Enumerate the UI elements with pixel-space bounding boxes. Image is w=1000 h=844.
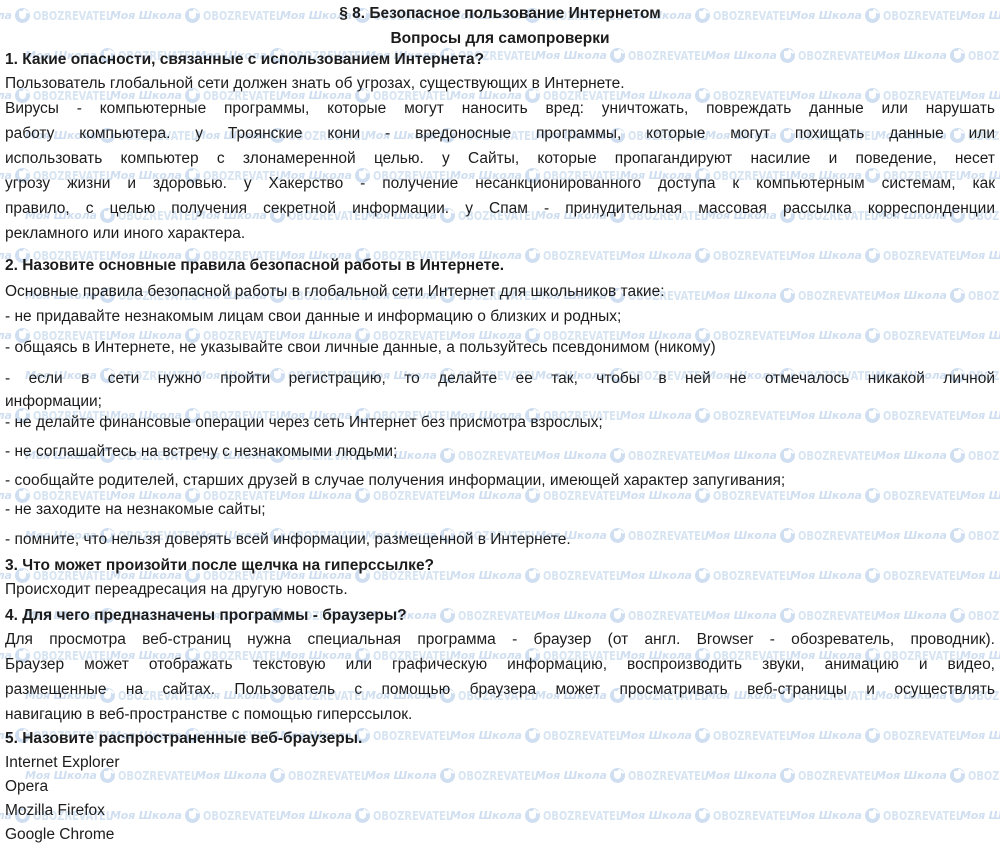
body-line: - не придавайте незнакомым лицам свои да… <box>5 308 622 325</box>
body-line: - если в сети нужно пройти регистрацию, … <box>5 370 995 387</box>
body-line: Вирусы - компьютерные программы, которые… <box>5 100 995 117</box>
body-line: Google Chrome <box>5 826 115 843</box>
body-line: Для просмотра веб-страниц нужна специаль… <box>5 631 995 648</box>
question-heading: 5. Назовите распространенные веб-браузер… <box>5 730 363 747</box>
body-line: - помните, что нельзя доверять всей инфо… <box>5 531 571 548</box>
body-line: информации; <box>5 393 102 410</box>
body-line: рекламного или иного характера. <box>5 225 246 242</box>
question-heading: 4. Для чего предназначены программы - бр… <box>5 607 407 624</box>
body-line: Браузер может отображать текстовую или г… <box>5 656 995 673</box>
page-subtitle: Вопросы для самопроверки <box>390 30 610 47</box>
body-line: Основные правила безопасной работы в гло… <box>5 283 665 300</box>
body-line: правило, с целью получения секретной инф… <box>5 200 995 217</box>
body-line: Mozilla Firefox <box>5 802 105 819</box>
body-line: Internet Explorer <box>5 754 120 771</box>
body-line: угрозу жизни и здоровью. у Хакерство - п… <box>5 175 995 192</box>
body-line: работу компьютера. у Троянские кони - вр… <box>5 125 995 142</box>
body-line: Пользователь глобальной сети должен знат… <box>5 75 625 92</box>
question-heading: 2. Назовите основные правила безопасной … <box>5 257 505 274</box>
body-line: размещенные на сайтах. Пользователь с по… <box>5 681 995 698</box>
body-line: Opera <box>5 778 49 795</box>
body-line: - не делайте финансовые операции через с… <box>5 414 603 431</box>
page-title: § 8. Безопасное пользование Интернетом <box>339 5 661 22</box>
question-heading: 3. Что может произойти после щелчка на г… <box>5 557 435 574</box>
body-line: использовать компьютер с злонамеренной ц… <box>5 150 995 167</box>
body-line: - не заходите на незнакомые сайты; <box>5 501 266 518</box>
body-line: навигацию в веб-пространстве с помощью г… <box>5 706 413 723</box>
question-heading: 1. Какие опасности, связанные с использо… <box>5 51 485 68</box>
document-page: Моя ШколаOBOZREVATELМоя ШколаOBOZREVATEL… <box>0 0 1000 844</box>
body-line: - не соглашайтесь на встречу с незнакомы… <box>5 443 398 460</box>
body-line: - общаясь в Интернете, не указывайте сво… <box>5 339 716 356</box>
body-line: - сообщайте родителей, старших друзей в … <box>5 472 786 489</box>
body-line: Происходит переадресация на другую новос… <box>5 581 348 598</box>
